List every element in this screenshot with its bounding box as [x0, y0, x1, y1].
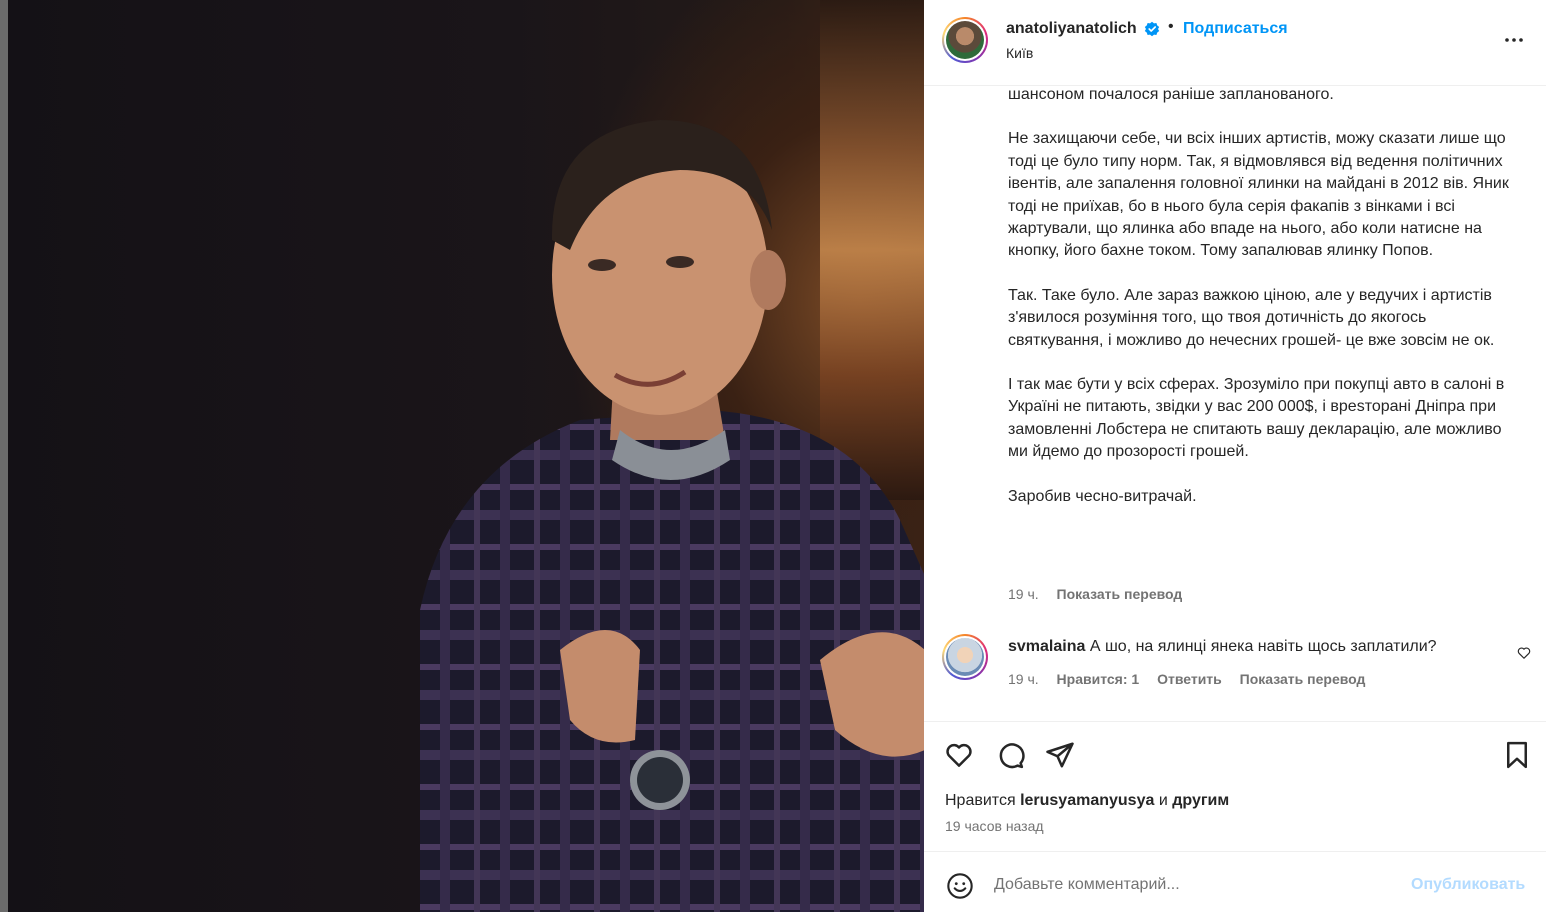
post-caption: шансоном почалося раніше запланованого. …	[1008, 86, 1516, 530]
caption-paragraph: Заробив чесно-витрачай.	[1008, 487, 1197, 505]
author-avatar[interactable]	[942, 17, 988, 63]
caption-paragraph: шансоном почалося раніше запланованого.	[1008, 86, 1334, 103]
person-photo	[420, 120, 924, 912]
verified-badge-icon	[1144, 21, 1160, 37]
commenter-username[interactable]: svmalaina	[1008, 638, 1085, 655]
comment-likes-count[interactable]: Нравится: 1	[1057, 671, 1140, 687]
likes-prefix: Нравится	[945, 792, 1016, 809]
caption-paragraph: Так. Таке було. Але зараз важкою ціною, …	[1008, 286, 1495, 349]
caption-time[interactable]: 19 ч.	[1008, 586, 1039, 602]
separator-dot: •	[1168, 18, 1174, 35]
author-username[interactable]: anatoliyanatolich	[1006, 20, 1137, 38]
share-send-icon[interactable]	[1045, 740, 1075, 770]
post-photo	[0, 0, 924, 912]
publish-comment-button[interactable]: Опубликовать	[1411, 876, 1525, 894]
likes-summary: Нравится lerusyamanyusya и другим	[945, 792, 1229, 810]
add-comment-bar: Опубликовать	[924, 852, 1546, 912]
comment-time[interactable]: 19 ч.	[1008, 671, 1039, 687]
post-actions: Нравится lerusyamanyusya и другим 19 час…	[924, 722, 1546, 852]
background-strip	[0, 0, 8, 912]
comment-body: А шо, на ялинці янека навіть щось заплат…	[1089, 638, 1437, 655]
post-location[interactable]: Київ	[1006, 45, 1033, 61]
more-options-icon[interactable]	[1502, 28, 1526, 52]
like-heart-icon[interactable]	[944, 740, 974, 770]
post-modal: anatoliyanatolich • Подписаться Київ шан…	[0, 0, 1546, 912]
caption-paragraph: І так має бути у всіх сферах. Зрозуміло …	[1008, 376, 1505, 461]
follow-button[interactable]: Подписаться	[1183, 20, 1288, 38]
comment-reply-button[interactable]: Ответить	[1157, 671, 1222, 687]
comment-bubble-icon[interactable]	[995, 740, 1025, 770]
save-bookmark-icon[interactable]	[1502, 740, 1532, 770]
caption-meta: 19 ч. Показать перевод	[1008, 586, 1182, 602]
post-timestamp[interactable]: 19 часов назад	[945, 818, 1044, 834]
comment-text-line: svmalaina А шо, на ялинці янека навіть щ…	[1008, 638, 1437, 656]
caption-paragraph: Не захищаючи себе, чи всіх інших артисті…	[1008, 130, 1509, 260]
comments-scroll-area[interactable]: шансоном почалося раніше запланованого. …	[924, 86, 1546, 722]
emoji-picker-icon[interactable]	[946, 872, 974, 900]
comment-item: svmalaina А шо, на ялинці янека навіть щ…	[924, 630, 1546, 710]
comment-meta: 19 ч. Нравится: 1 Ответить Показать пере…	[1008, 671, 1379, 687]
comment-like-heart-icon[interactable]	[1517, 646, 1531, 660]
post-header: anatoliyanatolich • Подписаться Київ	[924, 0, 1546, 86]
post-side-panel: anatoliyanatolich • Подписаться Київ шан…	[924, 0, 1546, 912]
commenter-avatar[interactable]	[942, 634, 988, 680]
likes-and: и	[1158, 792, 1168, 809]
add-comment-input[interactable]	[994, 872, 1394, 898]
likes-others-link[interactable]: другим	[1172, 792, 1229, 809]
comment-translate-link[interactable]: Показать перевод	[1240, 671, 1366, 687]
liker-username[interactable]: lerusyamanyusya	[1020, 792, 1154, 809]
caption-translate-link[interactable]: Показать перевод	[1057, 586, 1183, 602]
